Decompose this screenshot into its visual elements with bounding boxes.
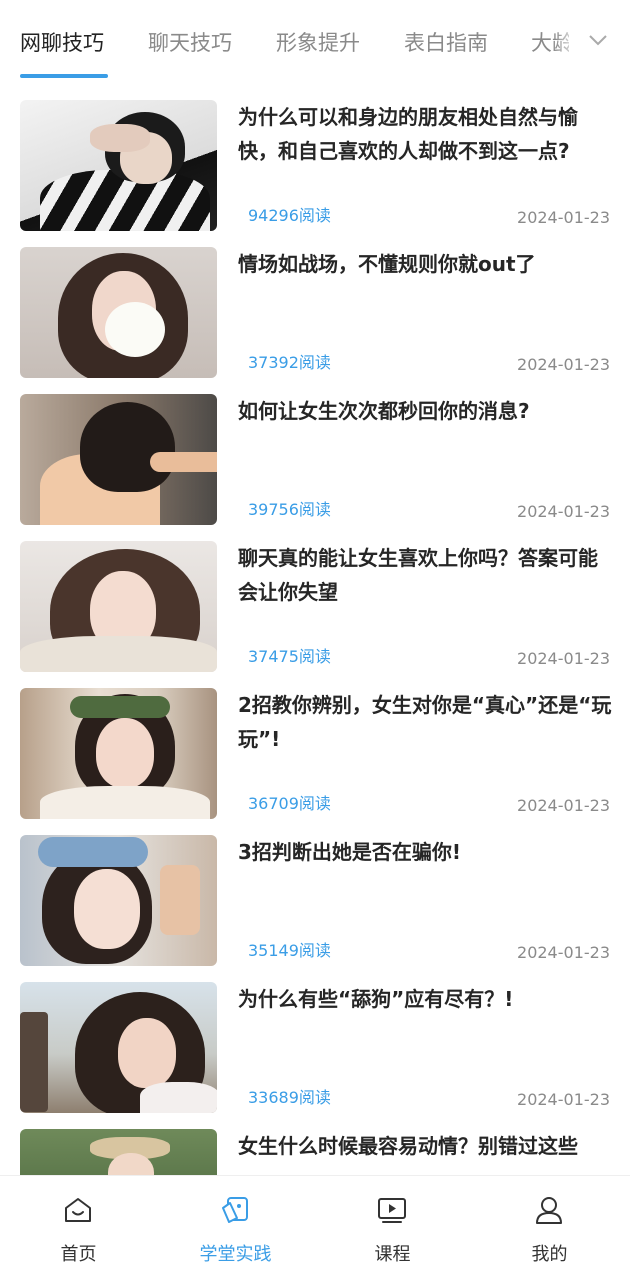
- nav-courses-label: 课程: [374, 1244, 411, 1265]
- article-read-count: 39756阅读: [248, 500, 331, 519]
- tab-image-upgrade[interactable]: 形象提升: [276, 27, 360, 57]
- article-read-count: 37392阅读: [248, 353, 331, 372]
- article-title: 2招教你辨别，女生对你是“真心”还是“玩玩”!: [238, 693, 612, 751]
- article-read-count: 35149阅读: [248, 941, 331, 960]
- article-item[interactable]: 2招教你辨别，女生对你是“真心”还是“玩玩”! 36709阅读 2024-01-…: [0, 668, 630, 819]
- article-read-count: 37475阅读: [248, 647, 331, 666]
- article-thumbnail: [20, 982, 217, 1113]
- article-thumbnail: [20, 688, 217, 819]
- article-item[interactable]: 为什么有些“舔狗”应有尽有？! 33689阅读 2024-01-23: [0, 962, 630, 1113]
- tab-chat-online-skills[interactable]: 网聊技巧: [20, 27, 104, 57]
- article-date: 2024-01-23: [517, 649, 610, 668]
- chevron-down-icon[interactable]: [585, 29, 611, 51]
- article-read-count: 94296阅读: [248, 206, 331, 225]
- article-read-count: 33689阅读: [248, 1088, 331, 1107]
- practice-icon: [219, 1194, 251, 1226]
- tab-overflow-fade: [555, 20, 579, 60]
- user-icon: [533, 1194, 565, 1226]
- article-title: 为什么可以和身边的朋友相处自然与愉快，和自己喜欢的人却做不到这一点?: [238, 105, 578, 163]
- article-item[interactable]: 3招判断出她是否在骗你! 35149阅读 2024-01-23: [0, 815, 630, 966]
- article-title: 女生什么时候最容易动情？别错过这些: [238, 1134, 578, 1158]
- article-title: 3招判断出她是否在骗你!: [238, 840, 462, 864]
- article-item[interactable]: 情场如战场，不懂规则你就out了 37392阅读 2024-01-23: [0, 227, 630, 378]
- article-item[interactable]: 聊天真的能让女生喜欢上你吗？答案可能会让你失望 37475阅读 2024-01-…: [0, 521, 630, 672]
- article-thumbnail: [20, 100, 217, 231]
- nav-practice-label: 学堂实践: [199, 1244, 272, 1265]
- article-thumbnail: [20, 541, 217, 672]
- article-read-count: 36709阅读: [248, 794, 331, 813]
- article-list: 为什么可以和身边的朋友相处自然与愉快，和自己喜欢的人却做不到这一点? 94296…: [0, 80, 630, 1175]
- tab-confession-guide[interactable]: 表白指南: [404, 27, 488, 57]
- article-title: 如何让女生次次都秒回你的消息?: [238, 399, 530, 423]
- article-title: 情场如战场，不懂规则你就out了: [238, 252, 536, 276]
- video-play-icon: [376, 1194, 408, 1226]
- bottom-navigation: 首页 学堂实践 课程 我的: [0, 1175, 630, 1280]
- home-icon: [62, 1194, 94, 1226]
- active-tab-indicator: [20, 74, 108, 78]
- article-date: 2024-01-23: [517, 208, 610, 227]
- article-thumbnail: [20, 835, 217, 966]
- article-thumbnail: [20, 394, 217, 525]
- article-date: 2024-01-23: [517, 796, 610, 815]
- article-date: 2024-01-23: [517, 502, 610, 521]
- nav-courses[interactable]: 课程: [314, 1176, 471, 1280]
- article-item[interactable]: 为什么可以和身边的朋友相处自然与愉快，和自己喜欢的人却做不到这一点? 94296…: [0, 80, 630, 231]
- article-date: 2024-01-23: [517, 355, 610, 374]
- tab-chat-skills[interactable]: 聊天技巧: [148, 27, 232, 57]
- article-date: 2024-01-23: [517, 1090, 610, 1109]
- article-thumbnail: [20, 247, 217, 378]
- nav-home-label: 首页: [60, 1244, 97, 1265]
- nav-profile[interactable]: 我的: [471, 1176, 628, 1280]
- nav-practice[interactable]: 学堂实践: [157, 1176, 314, 1280]
- article-title: 为什么有些“舔狗”应有尽有？!: [238, 987, 514, 1011]
- article-item[interactable]: 如何让女生次次都秒回你的消息? 39756阅读 2024-01-23: [0, 374, 630, 525]
- category-tab-bar: 网聊技巧 聊天技巧 形象提升 表白指南 大龄: [0, 0, 630, 80]
- article-thumbnail: [20, 1129, 217, 1175]
- article-date: 2024-01-23: [517, 943, 610, 962]
- article-title: 聊天真的能让女生喜欢上你吗？答案可能会让你失望: [238, 546, 598, 604]
- nav-home[interactable]: 首页: [0, 1176, 157, 1280]
- nav-profile-label: 我的: [531, 1244, 568, 1265]
- article-item[interactable]: 女生什么时候最容易动情？别错过这些: [0, 1109, 630, 1175]
